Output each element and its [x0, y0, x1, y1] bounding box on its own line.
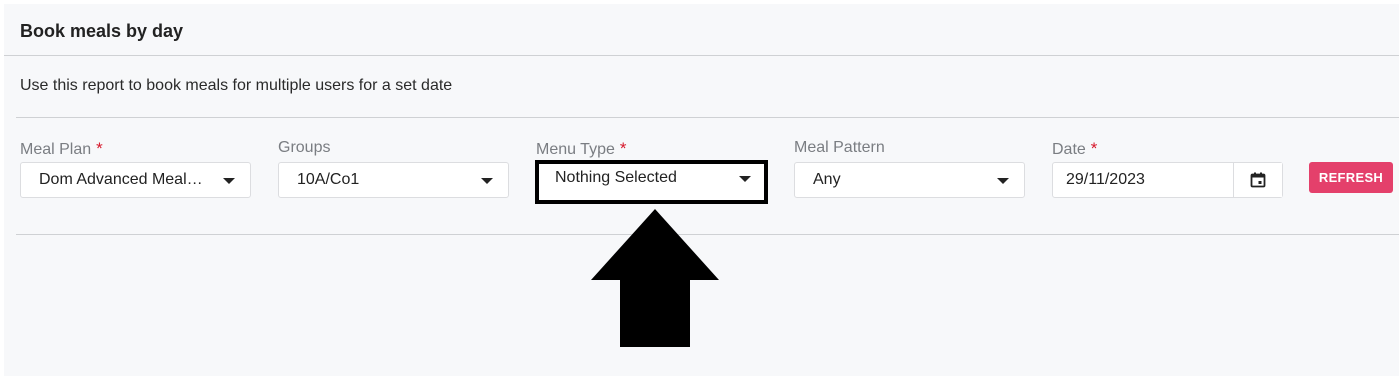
refresh-button[interactable]: REFRESH	[1309, 162, 1393, 193]
page-title: Book meals by day	[20, 21, 184, 41]
date-label: Date *	[1052, 139, 1098, 158]
caret-down-icon	[481, 178, 493, 184]
caret-down-icon	[739, 176, 751, 182]
groups-value: 10A/Co1	[297, 171, 360, 188]
menu-type-value: Nothing Selected	[555, 169, 677, 186]
date-picker-button[interactable]	[1233, 163, 1282, 197]
required-marker: *	[96, 139, 103, 158]
title-divider	[4, 55, 1399, 56]
date-field[interactable]: 29/11/2023	[1052, 162, 1283, 198]
groups-select[interactable]: 10A/Co1	[278, 162, 509, 198]
date-value: 29/11/2023	[1066, 171, 1145, 188]
meal-plan-value: Dom Advanced Meal…	[39, 171, 203, 188]
menu-type-label: Menu Type *	[536, 139, 627, 158]
arrow-up-icon	[591, 209, 719, 347]
menu-type-select[interactable]: Nothing Selected	[535, 160, 768, 204]
meal-plan-select[interactable]: Dom Advanced Meal…	[20, 162, 251, 198]
calendar-icon	[1250, 172, 1266, 188]
required-marker: *	[1090, 139, 1098, 158]
caret-down-icon	[223, 178, 235, 184]
description-divider	[16, 117, 1399, 118]
meal-plan-label: Meal Plan *	[20, 139, 103, 158]
required-marker: *	[619, 139, 627, 158]
groups-label: Groups	[278, 139, 331, 156]
meal-pattern-value: Any	[813, 171, 841, 188]
page-description: Use this report to book meals for multip…	[20, 77, 453, 94]
caret-down-icon	[997, 178, 1009, 184]
book-meals-panel: Book meals by day Use this report to boo…	[4, 4, 1399, 376]
meal-pattern-label: Meal Pattern	[794, 139, 885, 156]
meal-pattern-select[interactable]: Any	[794, 162, 1025, 198]
